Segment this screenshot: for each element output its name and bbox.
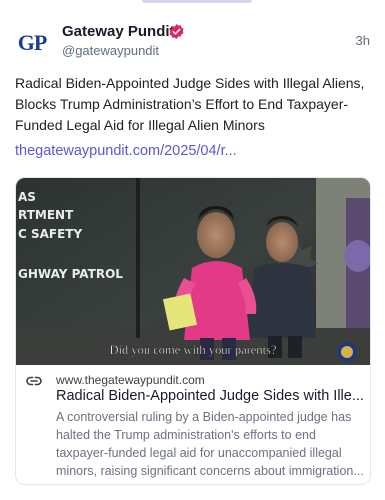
- card-thumbnail[interactable]: AS RTMENT C SAFETY GHWAY PATROL Did you …: [16, 178, 370, 365]
- link-preview-card[interactable]: AS RTMENT C SAFETY GHWAY PATROL Did you …: [15, 177, 371, 485]
- author-name[interactable]: Gateway Pundit: [62, 23, 175, 40]
- video-subtitle: Did you come with your parents?: [110, 343, 277, 357]
- card-domain: www.thegatewaypundit.com: [56, 373, 205, 387]
- avatar-logo: GP: [17, 30, 48, 55]
- top-progress-bar: [0, 0, 385, 4]
- card-description: A controversial ruling by a Biden-appoin…: [56, 410, 364, 478]
- avatar[interactable]: GP: [15, 26, 49, 60]
- link-icon: [26, 376, 42, 386]
- post-link[interactable]: thegatewaypundit.com/2025/04/r...: [15, 143, 237, 159]
- door-text-3: C SAFETY: [18, 227, 82, 241]
- door-text-1: AS: [18, 190, 36, 204]
- post-time[interactable]: 3h: [356, 33, 370, 48]
- author-handle[interactable]: @gatewaypundit: [62, 43, 159, 58]
- top-progress-segment: [142, 0, 252, 3]
- verified-badge-icon: [169, 24, 184, 39]
- card-body[interactable]: www.thegatewaypundit.com Radical Biden-A…: [16, 365, 370, 484]
- door-text-2: RTMENT: [18, 208, 74, 222]
- post-text: Radical Biden-Appointed Judge Sides with…: [15, 75, 365, 133]
- card-title[interactable]: Radical Biden-Appointed Judge Sides with…: [56, 388, 366, 404]
- door-text-4: GHWAY PATROL: [18, 267, 123, 281]
